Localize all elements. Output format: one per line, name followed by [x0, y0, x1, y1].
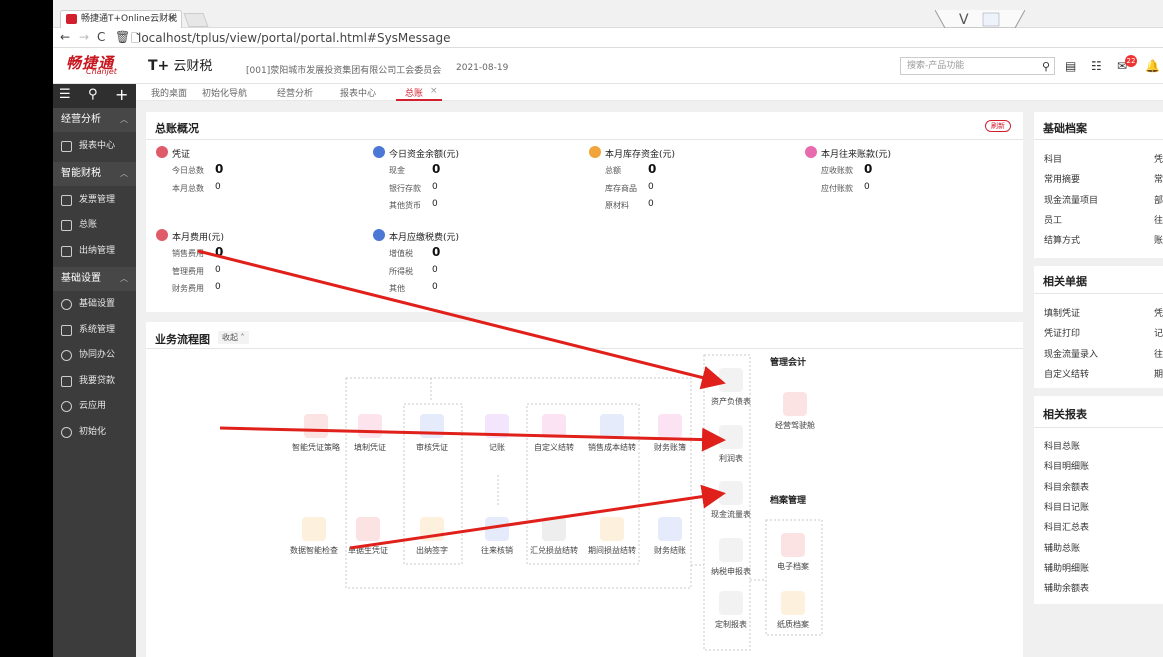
basic-archive-link[interactable]: 现金流量项目 — [1044, 193, 1098, 206]
basic-archive-title: 基础档案 — [1043, 122, 1087, 135]
related-reports-title: 相关报表 — [1043, 408, 1087, 421]
related-report-link[interactable]: 辅助余额表 — [1044, 581, 1089, 594]
related-doc-link[interactable]: 凭证打印 — [1044, 326, 1080, 339]
related-doc-link[interactable]: 往 — [1154, 347, 1163, 360]
related-doc-link[interactable]: 自定义结转 — [1044, 367, 1089, 380]
related-doc-link[interactable]: 记 — [1154, 326, 1163, 339]
basic-archive-link[interactable]: 结算方式 — [1044, 233, 1080, 246]
related-doc-link[interactable]: 期 — [1154, 367, 1163, 380]
basic-archive-link[interactable]: 凭 — [1154, 152, 1163, 165]
basic-archive-link[interactable]: 部 — [1154, 193, 1163, 206]
divider — [1034, 427, 1163, 428]
related-report-link[interactable]: 科目日记账 — [1044, 500, 1089, 513]
related-report-link[interactable]: 科目余额表 — [1044, 480, 1089, 493]
related-docs-title: 相关单据 — [1043, 275, 1087, 288]
related-report-link[interactable]: 科目总账 — [1044, 439, 1080, 452]
related-report-link[interactable]: 辅助明细账 — [1044, 561, 1089, 574]
basic-archive-link[interactable]: 常 — [1154, 172, 1163, 185]
basic-archive-link[interactable]: 账 — [1154, 233, 1163, 246]
basic-archive-link[interactable]: 科目 — [1044, 152, 1062, 165]
basic-archive-link[interactable]: 常用摘要 — [1044, 172, 1080, 185]
basic-archive-link[interactable]: 往 — [1154, 213, 1163, 226]
related-doc-link[interactable]: 凭 — [1154, 306, 1163, 319]
related-report-link[interactable]: 辅助总账 — [1044, 541, 1080, 554]
related-report-link[interactable]: 科目明细账 — [1044, 459, 1089, 472]
divider — [1034, 293, 1163, 294]
annotation-arrows — [197, 249, 726, 550]
related-doc-link[interactable]: 填制凭证 — [1044, 306, 1080, 319]
divider — [1034, 139, 1163, 140]
related-doc-link[interactable]: 现金流量录入 — [1044, 347, 1098, 360]
basic-archive-link[interactable]: 员工 — [1044, 213, 1062, 226]
related-report-link[interactable]: 科目汇总表 — [1044, 520, 1089, 533]
